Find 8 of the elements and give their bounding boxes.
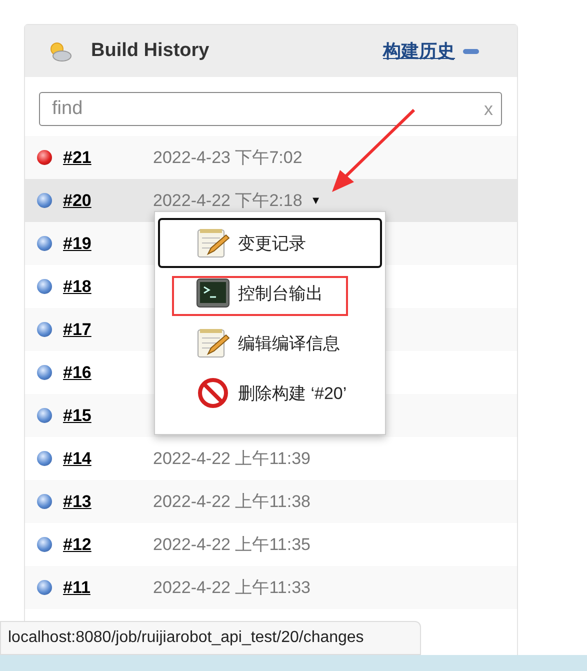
build-date: 2022-4-22 上午11:35 (153, 534, 311, 556)
build-date: 2022-4-22 上午11:38 (153, 491, 311, 513)
panel-title: Build History (91, 40, 210, 62)
status-url: localhost:8080/job/ruijiarobot_api_test/20/changes (8, 629, 364, 647)
build-date: 2022-4-22 下午2:18 (153, 190, 302, 212)
build-date: 2022-4-22 上午11:39 (153, 448, 311, 470)
build-date: 2022-4-23 下午7:02 (153, 147, 302, 169)
build-date: 2022-4-22 上午11:33 (153, 577, 311, 599)
